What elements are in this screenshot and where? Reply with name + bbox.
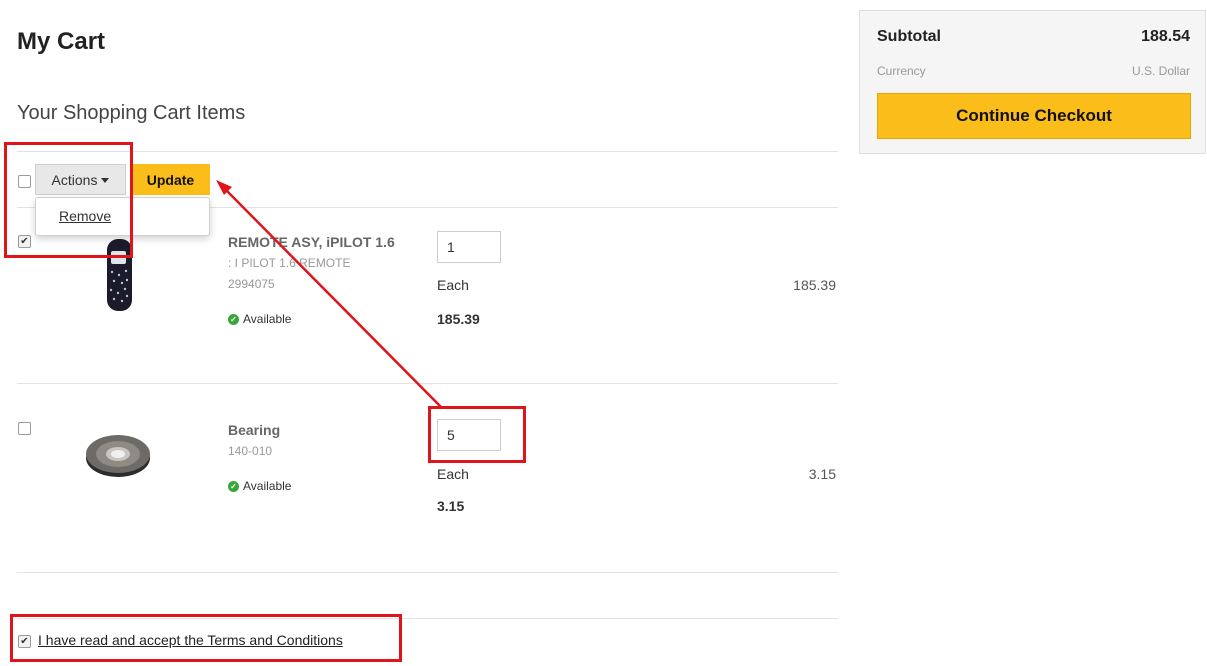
annotation-arrow <box>216 180 443 409</box>
